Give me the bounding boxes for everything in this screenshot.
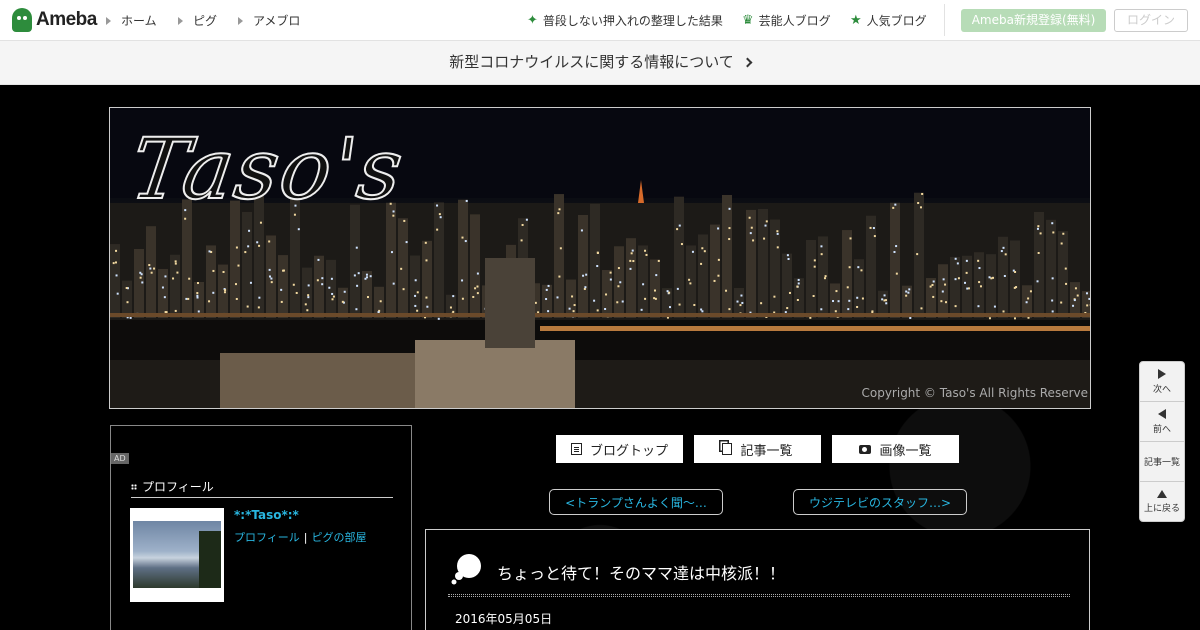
ameba-logo-icon [12, 8, 32, 32]
triangle-right-icon [238, 16, 243, 25]
arrow-right-icon [1158, 368, 1166, 379]
entry-list-button[interactable]: 記事一覧 [694, 435, 821, 463]
header-divider [944, 4, 945, 36]
title-divider [448, 594, 1070, 597]
speech-bubble-icon [451, 554, 481, 585]
ameba-logo[interactable]: Ameba [12, 8, 97, 32]
float-entry-list-label: 記事一覧 [1143, 458, 1180, 468]
celebrity-blog-label: 芸能人ブログ [758, 14, 831, 28]
float-back-to-top-button[interactable]: 上に戻る [1140, 482, 1184, 522]
nav-home[interactable]: ホーム [106, 12, 157, 29]
camera-icon [859, 444, 872, 454]
float-prev-button[interactable]: 前へ [1140, 402, 1184, 442]
link-separator: | [303, 531, 308, 544]
nav-home-label: ホーム [121, 14, 157, 28]
ad-badge: AD [111, 453, 129, 464]
article-card: ちょっと待て！そのママ達は中核派！！ 2016年05月05日 テーマ：政治 [425, 529, 1090, 630]
article-title[interactable]: ちょっと待て！そのママ達は中核派！！ [497, 560, 785, 584]
avatar[interactable] [130, 508, 224, 602]
crown-icon: ♛ [742, 13, 754, 28]
login-button[interactable]: ログイン [1114, 9, 1188, 32]
covid-notice-bar[interactable]: 新型コロナウイルスに関する情報について [0, 41, 1200, 85]
nav-pigg-label: ピグ [193, 14, 218, 28]
profile-link[interactable]: プロフィール [234, 531, 300, 544]
arrow-left-icon [1158, 408, 1166, 419]
popular-blog-link[interactable]: ★ 人気ブログ [850, 12, 927, 29]
celebrity-blog-link[interactable]: ♛ 芸能人ブログ [742, 12, 831, 29]
nav-pigg[interactable]: ピグ [178, 12, 217, 29]
popular-blog-label: 人気ブログ [866, 14, 927, 28]
trend-link-label: 普段しない押入れの整理した結果 [542, 14, 723, 28]
pigg-room-link[interactable]: ピグの部屋 [312, 531, 367, 544]
image-list-button[interactable]: 画像一覧 [832, 435, 959, 463]
avatar-seaside-image [133, 521, 221, 588]
global-header: Ameba ホーム ピグ アメブロ ✦ 普段しない押入れの整理した結果 ♛ 芸能… [0, 0, 1200, 41]
triangle-right-icon [178, 16, 183, 25]
banner-title: Taso's [124, 119, 411, 219]
grid-dots-icon [131, 483, 137, 490]
star-icon: ★ [850, 13, 862, 28]
chevron-right-icon [742, 57, 753, 68]
arrow-up-icon [1157, 490, 1167, 498]
prev-entry-link[interactable]: <トランプさんよく聞～… [549, 489, 723, 515]
float-prev-label: 前へ [1152, 424, 1171, 435]
profile-links: プロフィール | ピグの部屋 [234, 529, 367, 545]
nav-ameblo-label: アメブロ [253, 14, 301, 28]
ameba-logo-text: Ameba [36, 9, 97, 30]
triangle-right-icon [106, 16, 111, 25]
blog-top-button[interactable]: ブログトップ [556, 435, 683, 463]
profile-heading: プロフィール [131, 476, 393, 498]
document-icon [570, 443, 582, 455]
float-next-label: 次へ [1152, 384, 1171, 395]
register-button[interactable]: Ameba新規登録(無料) [961, 9, 1106, 32]
copy-icon [722, 443, 733, 455]
entry-list-label: 記事一覧 [740, 443, 793, 459]
nav-ameblo[interactable]: アメブロ [238, 12, 300, 29]
next-entry-link[interactable]: ウジテレビのスタッフ…> [793, 489, 967, 515]
float-back-to-top-label: 上に戻る [1143, 504, 1180, 514]
covid-notice-text: 新型コロナウイルスに関する情報について [449, 53, 734, 71]
sidebar: AD プロフィール *:*Taso*:* プロフィール | ピグの部屋 [110, 425, 412, 630]
blog-top-label: ブログトップ [589, 443, 668, 459]
float-entry-list-button[interactable]: 記事一覧 [1140, 442, 1184, 482]
sparkle-icon: ✦ [527, 13, 538, 28]
profile-name[interactable]: *:*Taso*:* [234, 508, 299, 522]
floating-nav: 次へ 前へ 記事一覧 上に戻る [1139, 361, 1185, 522]
image-list-label: 画像一覧 [879, 443, 932, 459]
banner-copyright: Copyright © Taso's All Rights Reserve [861, 386, 1088, 400]
blog-header-banner[interactable]: Taso's Copyright © Taso's All Rights Res… [109, 107, 1091, 409]
float-next-button[interactable]: 次へ [1140, 362, 1184, 402]
trend-link[interactable]: ✦ 普段しない押入れの整理した結果 [527, 12, 723, 29]
article-date: 2016年05月05日 [455, 612, 553, 626]
profile-heading-label: プロフィール [142, 480, 214, 494]
